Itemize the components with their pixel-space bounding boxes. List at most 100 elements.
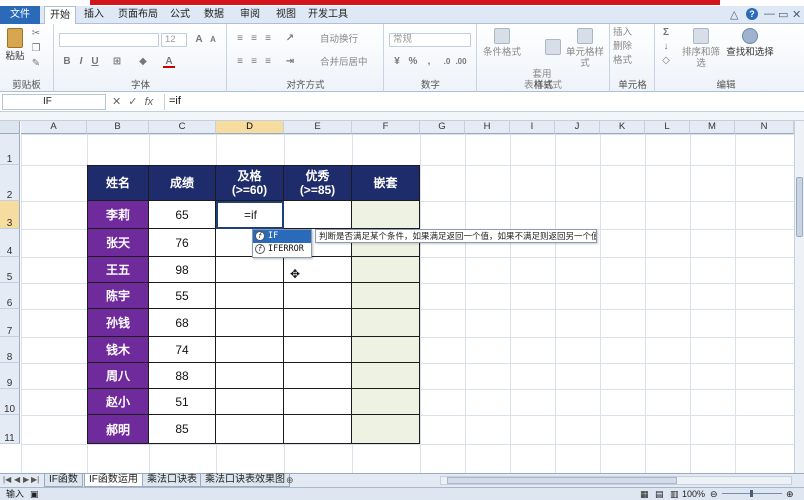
minimize-ribbon-icon[interactable]: △ [730, 8, 738, 21]
zoom-level[interactable]: 100% [682, 488, 705, 500]
nest-cell[interactable] [352, 201, 420, 229]
orientation-icon[interactable]: ↗ [284, 33, 296, 45]
vertical-scrollbar[interactable] [794, 121, 804, 473]
header-pass-cell[interactable]: 及格 (>=60) [216, 165, 284, 201]
formula-input[interactable]: =if [164, 94, 800, 110]
column-header[interactable]: K [600, 121, 645, 134]
row-header[interactable]: 6 [0, 283, 20, 309]
align-left-icon[interactable]: ≡ [234, 56, 246, 68]
column-header[interactable]: G [420, 121, 465, 134]
excellent-cell[interactable] [284, 283, 352, 309]
horizontal-scroll-thumb[interactable] [447, 477, 677, 484]
sheet-tab-if-usage[interactable]: IF函数运用 [84, 474, 143, 487]
tab-page-layout[interactable]: 页面布局 [114, 6, 162, 24]
nest-cell[interactable] [352, 337, 420, 363]
header-score-cell[interactable]: 成绩 [149, 165, 216, 201]
row-header[interactable]: 9 [0, 363, 20, 389]
restore-icon[interactable]: ▭ [778, 8, 788, 21]
cut-icon[interactable]: ✂ [30, 28, 42, 40]
tab-file[interactable]: 文件 [0, 6, 40, 24]
row-header[interactable]: 7 [0, 309, 20, 337]
row-header[interactable]: 1 [0, 134, 20, 165]
sheet-tab-multiplication-result[interactable]: 乘法口诀表效果图 [200, 474, 290, 487]
cell-style-button[interactable]: 单元格样式 [562, 28, 608, 69]
row-header[interactable]: 5 [0, 257, 20, 283]
font-size-dropdown[interactable]: 12 [161, 33, 187, 47]
autocomplete-item-if[interactable]: f IF [253, 230, 311, 243]
column-header[interactable]: C [149, 121, 216, 134]
help-icon[interactable]: ? [746, 8, 758, 20]
row-header[interactable]: 4 [0, 229, 20, 257]
score-cell[interactable]: 68 [149, 309, 216, 337]
wrap-text-button[interactable]: 自动换行 [320, 34, 380, 45]
score-cell[interactable]: 55 [149, 283, 216, 309]
first-sheet-icon[interactable]: |◀ [3, 475, 11, 484]
autosum-icon[interactable]: Σ [660, 27, 672, 39]
percent-icon[interactable]: % [407, 56, 419, 68]
format-cells-button[interactable]: 格式 [613, 55, 653, 66]
align-center-icon[interactable]: ≡ [248, 56, 260, 68]
score-cell[interactable]: 98 [149, 257, 216, 283]
new-sheet-icon[interactable]: ⊕ [286, 475, 294, 486]
header-excellent-cell[interactable]: 优秀 (>=85) [284, 165, 352, 201]
score-cell[interactable]: 51 [149, 389, 216, 415]
clear-icon[interactable]: ◇ [660, 55, 672, 67]
sort-filter-button[interactable]: 排序和筛选 [678, 28, 724, 69]
nest-cell[interactable] [352, 363, 420, 389]
zoom-slider-thumb[interactable] [750, 490, 753, 497]
row-header[interactable]: 8 [0, 337, 20, 363]
column-header[interactable]: L [645, 121, 690, 134]
name-cell[interactable]: 郝明 [87, 415, 149, 444]
tab-data[interactable]: 数据 [200, 6, 228, 24]
currency-icon[interactable]: ¥ [391, 56, 403, 68]
macro-record-icon[interactable]: ▣ [30, 488, 39, 500]
normal-view-icon[interactable]: ▦ [640, 488, 649, 500]
tab-view[interactable]: 视图 [272, 6, 300, 24]
nest-cell[interactable] [352, 389, 420, 415]
nest-cell[interactable] [352, 283, 420, 309]
comma-icon[interactable]: , [423, 56, 435, 68]
name-box[interactable]: IF [2, 94, 106, 110]
name-cell[interactable]: 赵小 [87, 389, 149, 415]
decrease-decimal-icon[interactable]: .00 [455, 56, 467, 68]
pass-cell[interactable] [216, 389, 284, 415]
bold-button[interactable]: B [61, 56, 73, 68]
align-middle-icon[interactable]: ≡ [248, 33, 260, 45]
column-header[interactable]: F [352, 121, 420, 134]
format-painter-icon[interactable]: ✎ [30, 58, 42, 70]
conditional-format-button[interactable]: 条件格式 [482, 28, 522, 58]
find-select-button[interactable]: 查找和选择 [726, 28, 774, 58]
nest-cell[interactable] [352, 309, 420, 337]
align-bottom-icon[interactable]: ≡ [262, 33, 274, 45]
score-cell[interactable]: 88 [149, 363, 216, 389]
column-header[interactable]: A [21, 121, 87, 134]
name-cell[interactable]: 李莉 [87, 201, 149, 229]
delete-cells-button[interactable]: 删除 [613, 41, 653, 52]
tab-home[interactable]: 开始 [44, 6, 76, 25]
name-cell[interactable]: 孙钱 [87, 309, 149, 337]
row-header[interactable]: 3 [0, 201, 20, 229]
last-sheet-icon[interactable]: ▶| [31, 475, 39, 484]
copy-icon[interactable]: ❐ [30, 43, 42, 55]
font-color-icon[interactable]: A [163, 56, 175, 68]
column-header[interactable]: H [465, 121, 510, 134]
insert-cells-button[interactable]: 插入 [613, 27, 653, 38]
cancel-entry-icon[interactable]: ✕ [112, 96, 121, 108]
insert-function-icon[interactable]: fx [145, 96, 154, 108]
nest-cell[interactable] [352, 415, 420, 444]
minimize-icon[interactable]: — [764, 8, 775, 20]
pass-cell[interactable] [216, 283, 284, 309]
excellent-cell[interactable] [284, 389, 352, 415]
name-cell[interactable]: 陈宇 [87, 283, 149, 309]
confirm-entry-icon[interactable]: ✓ [128, 96, 137, 108]
pass-cell[interactable] [216, 415, 284, 444]
header-name-cell[interactable]: 姓名 [87, 165, 149, 201]
column-header[interactable]: B [87, 121, 149, 134]
tab-developer[interactable]: 开发工具 [306, 6, 350, 24]
row-header[interactable]: 11 [0, 415, 20, 444]
header-nest-cell[interactable]: 嵌套 [352, 165, 420, 201]
sheet-tab-multiplication[interactable]: 乘法口诀表 [142, 474, 202, 487]
row-header[interactable]: 10 [0, 389, 20, 415]
pass-cell[interactable] [216, 257, 284, 283]
paste-button[interactable]: 粘贴 [4, 28, 26, 62]
